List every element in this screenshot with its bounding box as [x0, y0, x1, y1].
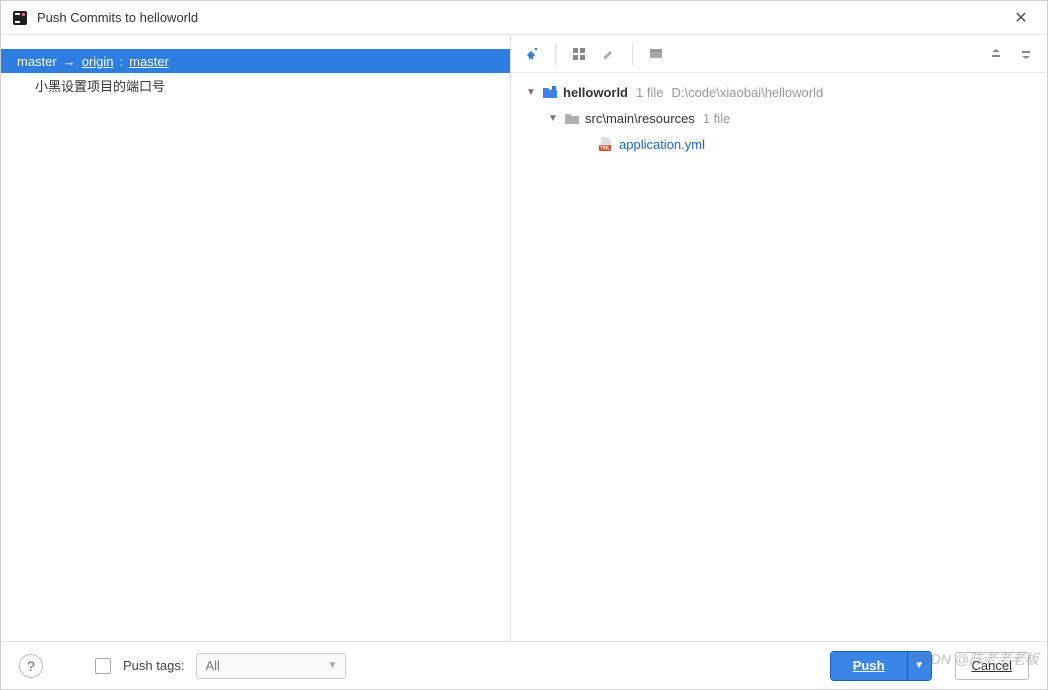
- svg-text:YML: YML: [600, 146, 611, 152]
- app-icon: [11, 9, 29, 27]
- main-area: master → origin : master 小黑设置项目的端口号: [1, 35, 1047, 641]
- push-tags-checkbox[interactable]: [95, 658, 111, 674]
- push-button[interactable]: Push: [831, 652, 907, 680]
- file-name: application.yml: [619, 137, 705, 152]
- preview-icon[interactable]: [643, 41, 669, 67]
- tree-project-row[interactable]: ▼ helloworld 1 file D:\code\xiaobai\hell…: [519, 79, 1039, 105]
- changes-toolbar: [511, 35, 1047, 73]
- remote-sep: :: [120, 54, 124, 69]
- remote-branch-link[interactable]: master: [129, 54, 169, 69]
- chevron-down-icon[interactable]: ▼: [525, 87, 537, 98]
- changes-tree: ▼ helloworld 1 file D:\code\xiaobai\hell…: [511, 73, 1047, 163]
- folder-icon: [563, 111, 581, 125]
- cancel-button[interactable]: Cancel: [955, 652, 1029, 680]
- yml-file-icon: YML: [597, 136, 615, 152]
- project-name: helloworld: [563, 85, 628, 100]
- chevron-down-icon: ▼: [328, 660, 338, 671]
- push-tags-combo[interactable]: All ▼: [196, 653, 346, 679]
- combo-value: All: [205, 658, 219, 673]
- branch-mapping-row[interactable]: master → origin : master: [1, 49, 510, 73]
- pin-icon[interactable]: [519, 41, 545, 67]
- remote-link[interactable]: origin: [82, 54, 114, 69]
- footer: ? Push tags: All ▼ Push ▼ Cancel: [1, 641, 1047, 689]
- help-button[interactable]: ?: [19, 654, 43, 678]
- collapse-all-icon[interactable]: [1013, 41, 1039, 67]
- project-filecount: 1 file: [636, 85, 663, 100]
- arrow-icon: →: [63, 54, 76, 69]
- edit-icon[interactable]: [596, 41, 622, 67]
- close-button[interactable]: ✕: [1005, 8, 1037, 28]
- group-icon[interactable]: [566, 41, 592, 67]
- folder-name: src\main\resources: [585, 111, 695, 126]
- commits-pane: master → origin : master 小黑设置项目的端口号: [1, 35, 511, 641]
- changes-pane: ▼ helloworld 1 file D:\code\xiaobai\hell…: [511, 35, 1047, 641]
- chevron-down-icon[interactable]: ▼: [547, 113, 559, 124]
- push-tags-label: Push tags:: [123, 658, 184, 673]
- local-branch-label: master: [17, 54, 57, 69]
- project-folder-icon: [541, 85, 559, 99]
- titlebar: Push Commits to helloworld ✕: [1, 1, 1047, 35]
- push-split-button: Push ▼: [831, 652, 931, 680]
- folder-filecount: 1 file: [703, 111, 730, 126]
- project-path: D:\code\xiaobai\helloworld: [671, 85, 823, 100]
- push-dropdown-button[interactable]: ▼: [907, 652, 931, 680]
- tree-file-row[interactable]: YML application.yml: [519, 131, 1039, 157]
- commit-item[interactable]: 小黑设置项目的端口号: [1, 73, 510, 98]
- expand-all-icon[interactable]: [983, 41, 1009, 67]
- tree-folder-row[interactable]: ▼ src\main\resources 1 file: [519, 105, 1039, 131]
- window-title: Push Commits to helloworld: [37, 10, 1005, 25]
